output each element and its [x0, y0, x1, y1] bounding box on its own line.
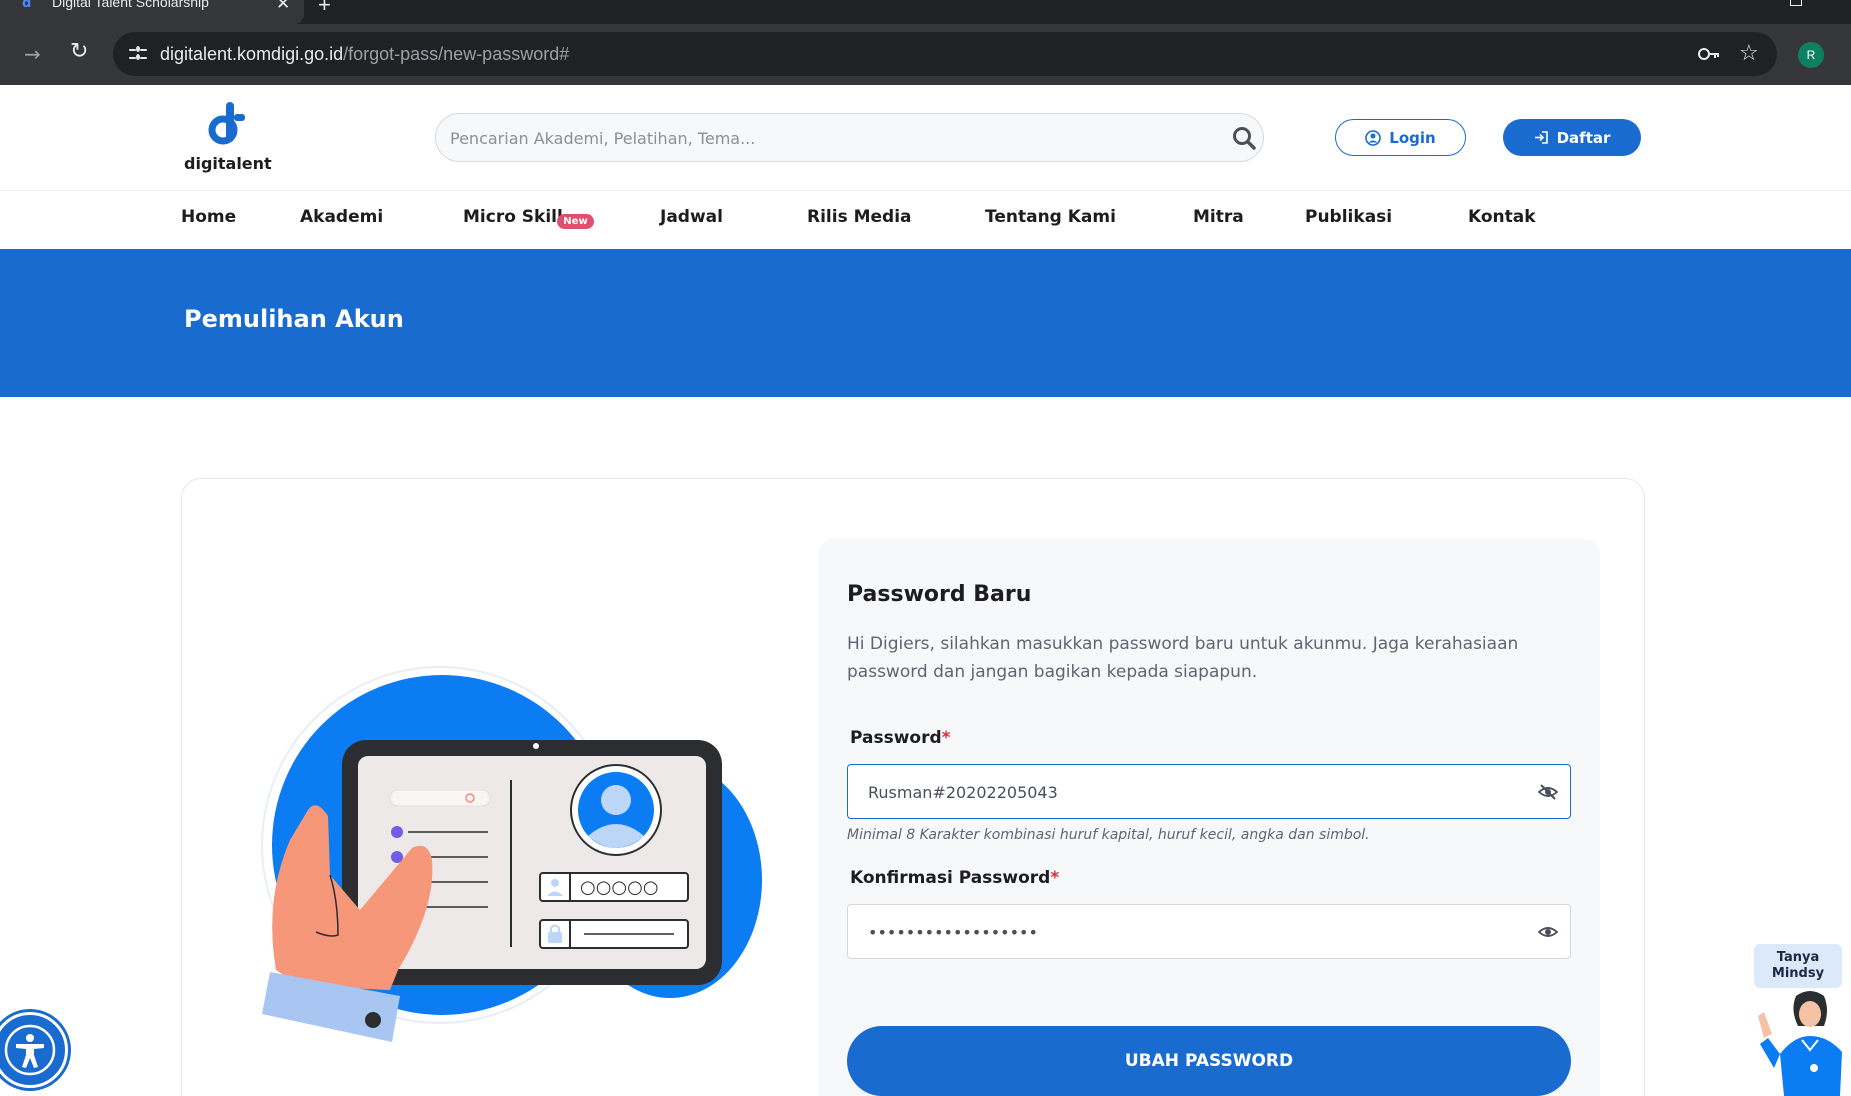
nav-item-home[interactable]: Home [181, 207, 236, 227]
user-circle-icon [1365, 129, 1382, 146]
chat-bubble[interactable]: Tanya Mindsy [1754, 944, 1842, 988]
search-bar[interactable] [435, 113, 1264, 162]
chat-label-line1: Tanya [1776, 950, 1820, 965]
sign-in-icon [1534, 131, 1548, 144]
password-input[interactable] [868, 779, 1508, 805]
chat-label-line2: Mindsy [1771, 966, 1825, 981]
required-mark: * [1050, 868, 1060, 888]
nav-item-tentang-kami[interactable]: Tentang Kami [985, 207, 1116, 227]
form-title: Password Baru [847, 582, 1032, 607]
required-mark: * [941, 728, 951, 748]
accessibility-icon [4, 1024, 56, 1076]
browser-tab[interactable]: d Digital Talent Scholarship ✕ [0, 0, 304, 24]
site-info-icon[interactable] [127, 43, 149, 65]
profile-avatar[interactable]: R [1798, 42, 1824, 68]
chat-assistant-widget[interactable]: Tanya Mindsy [1750, 944, 1846, 1096]
tab-title: Digital Talent Scholarship [52, 0, 209, 10]
confirm-password-field[interactable] [847, 904, 1571, 959]
nav-item-akademi[interactable]: Akademi [300, 207, 383, 227]
forward-icon[interactable]: → [24, 42, 41, 66]
reload-icon[interactable]: ↻ [70, 39, 88, 64]
pin-dots: ○○○○○ [580, 877, 659, 898]
login-label: Login [1389, 128, 1436, 147]
password-label: Password* [850, 728, 951, 748]
browser-tabbar: d Digital Talent Scholarship ✕ + [0, 0, 1851, 24]
nav-item-mitra[interactable]: Mitra [1193, 207, 1244, 227]
star-icon[interactable]: ☆ [1739, 41, 1759, 66]
logo-text: digitalent [184, 154, 272, 173]
address-bar[interactable]: digitalent.komdigi.go.id/forgot-pass/new… [113, 32, 1777, 76]
password-field[interactable] [847, 764, 1571, 819]
new-badge: New [557, 214, 594, 229]
nav-item-micro-skill[interactable]: Micro Skill [463, 207, 563, 227]
search-input[interactable] [450, 123, 1190, 153]
confirm-password-label: Konfirmasi Password* [850, 868, 1060, 888]
favicon-icon: d [22, 0, 32, 11]
header-divider [0, 190, 1851, 191]
chat-assistant-avatar[interactable] [1750, 988, 1846, 1096]
nav-item-jadwal[interactable]: Jadwal [660, 207, 723, 227]
nav-item-publikasi[interactable]: Publikasi [1305, 207, 1392, 227]
browser-toolbar: → ↻ digitalent.komdigi.go.id/forgot-pass… [0, 24, 1851, 85]
confirm-password-input[interactable] [868, 919, 1508, 945]
new-tab-button[interactable]: + [318, 0, 331, 18]
window-restore-icon[interactable] [1790, 0, 1802, 6]
page-banner: Pemulihan Akun [0, 249, 1851, 397]
eye-icon[interactable] [1538, 922, 1558, 942]
eye-slash-icon[interactable] [1538, 782, 1558, 802]
new-password-form: Password Baru Hi Digiers, silahkan masuk… [818, 538, 1600, 1096]
register-label: Daftar [1556, 128, 1611, 147]
site-logo[interactable]: digitalent [184, 102, 272, 176]
account-recovery-illustration: ○○○○○ [261, 666, 762, 1042]
url-text[interactable]: digitalent.komdigi.go.id/forgot-pass/new… [160, 44, 569, 65]
change-password-button[interactable]: UBAH PASSWORD [847, 1026, 1571, 1096]
form-description: Hi Digiers, silahkan masukkan password b… [847, 634, 1519, 682]
key-icon[interactable] [1697, 44, 1721, 69]
accessibility-button[interactable] [0, 1012, 68, 1088]
close-tab-icon[interactable]: ✕ [276, 0, 290, 14]
password-hint: Minimal 8 Karakter kombinasi huruf kapit… [847, 827, 1370, 843]
register-button[interactable]: Daftar [1503, 119, 1641, 156]
logo-icon [208, 102, 245, 145]
nav-item-kontak[interactable]: Kontak [1468, 207, 1536, 227]
search-icon[interactable] [1231, 125, 1257, 151]
page-title: Pemulihan Akun [184, 305, 404, 333]
nav-item-rilis-media[interactable]: Rilis Media [807, 207, 912, 227]
login-button[interactable]: Login [1335, 119, 1466, 156]
